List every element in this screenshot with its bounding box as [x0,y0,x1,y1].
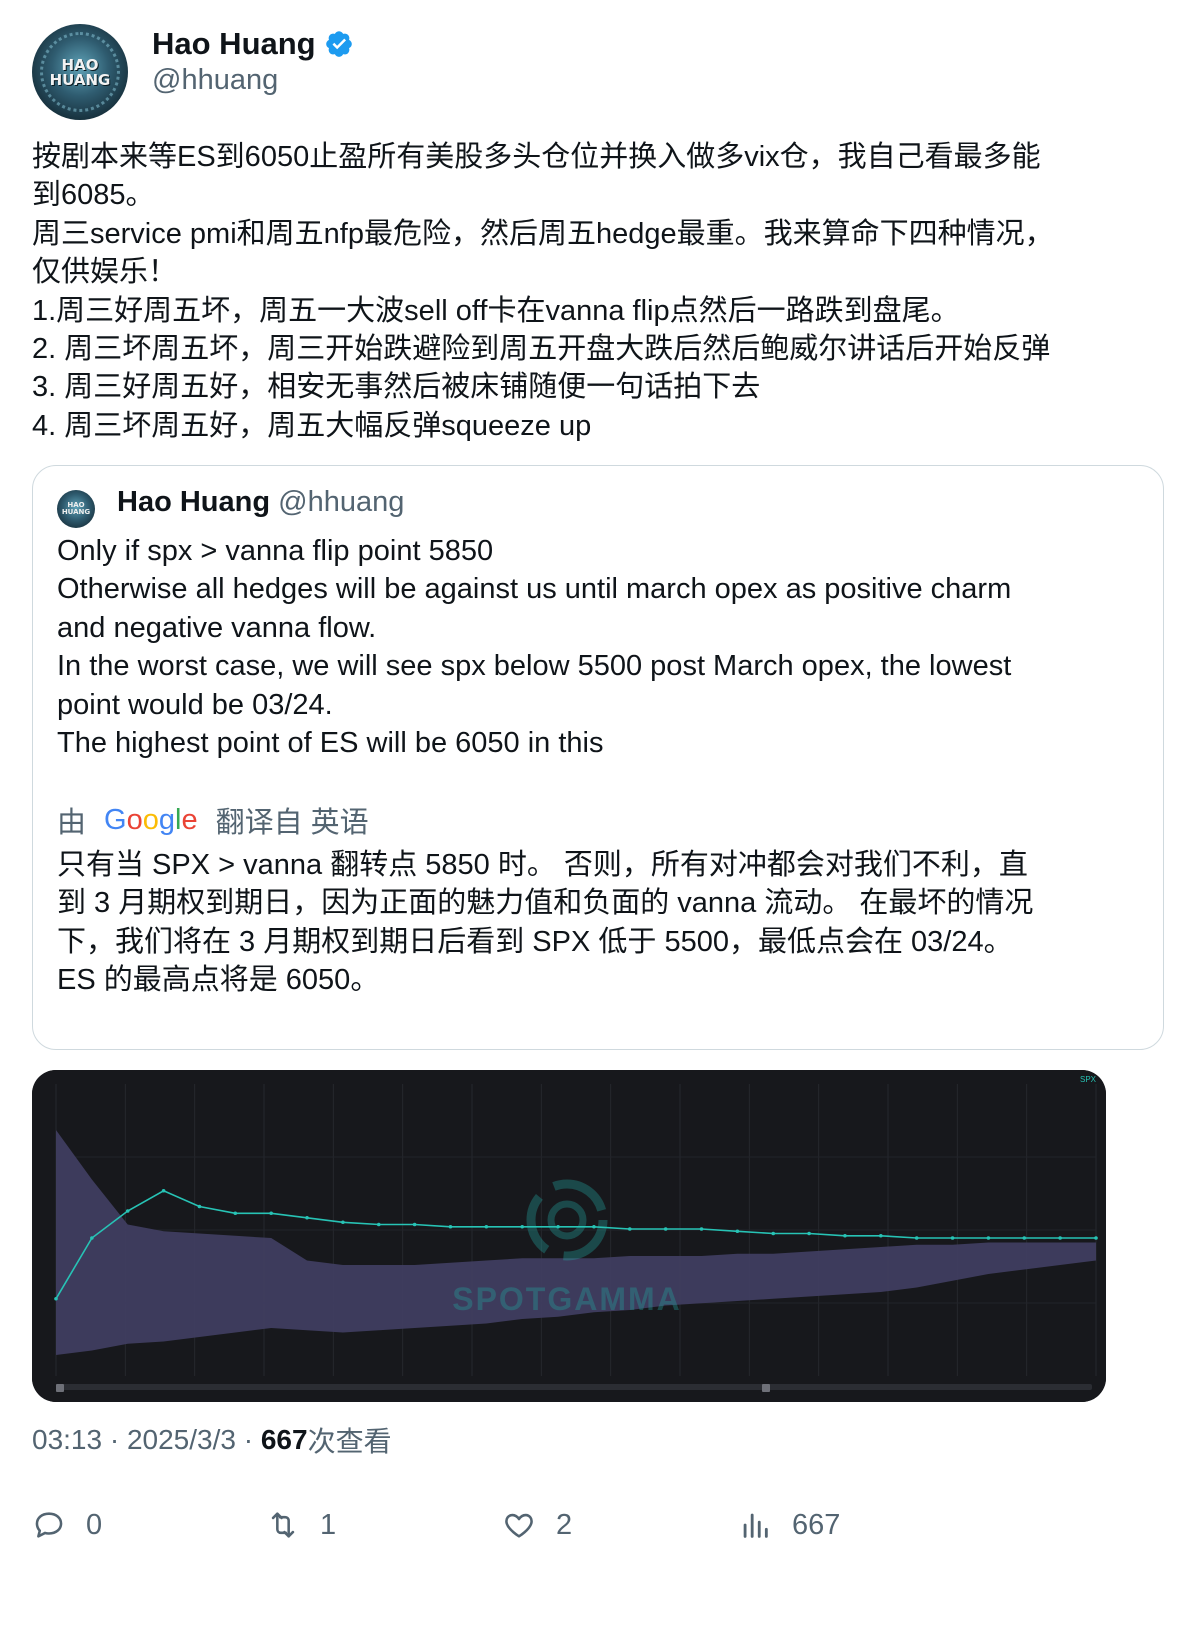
quoted-avatar-text: HAO HUANG [61,501,91,516]
retweet-button[interactable]: 1 [266,1500,336,1550]
quoted-author-handle[interactable]: @hhuang [278,486,404,518]
line-point [125,1209,130,1213]
tweet-line: 到6085。 [32,179,155,212]
tweet-line: 3. 周三好周五好，相安无事然后被床铺随便一句话拍下去 [32,371,761,404]
quoted-line: and negative vanna flow. [57,611,377,644]
views-label: 次查看 [307,1426,392,1457]
avatar-text: HAO HUANG [49,56,111,89]
line-point [161,1188,166,1193]
line-point [197,1204,202,1209]
verified-badge-icon[interactable] [324,29,354,59]
heart-icon [505,1513,533,1538]
line-point [663,1227,668,1231]
line-point [914,1236,919,1240]
translated-line: 下，我们将在 3 月期权到期日后看到 SPX 低于 5500，最低点会在 03/… [57,925,1013,958]
quoted-line: In the worst case, we will see spx below… [57,650,1012,683]
chart-ticker-label: SPX [1080,1075,1097,1084]
translated-line: 只有当 SPX > vanna 翻转点 5850 时。 否则，所有对冲都会对我们… [57,849,1028,881]
line-point [986,1236,991,1240]
attached-chart-image[interactable]: SPOTGAMMA SPX [32,1070,1106,1402]
line-point [627,1227,632,1231]
quoted-tweet[interactable]: HAO HUANG Hao Huang @hhuang Only if spx … [32,465,1164,1050]
views-button[interactable]: 667 [738,1500,840,1550]
translation-suffix: 翻译自 英语 [215,807,369,839]
line-point [448,1224,453,1229]
line-point [484,1224,489,1229]
line-point [592,1224,596,1229]
line-point [699,1227,704,1231]
translated-line: 到 3 月期权到期日，因为正面的魅力值和负面的 vanna 流动。 在最坏的情况 [57,887,1034,920]
like-count: 2 [556,1508,573,1541]
google-logo: Google [104,803,198,836]
reply-button[interactable]: 0 [32,1500,102,1550]
tweet-text: 按剧本来等ES到6050止盈所有美股多头仓位并换入做多vix仓，我自己看最多能 … [32,138,1172,445]
quoted-author-name[interactable]: Hao Huang [117,486,270,518]
chart-scroll-handle-right [762,1384,770,1392]
line-point [1094,1236,1098,1240]
line-point [807,1231,811,1236]
line-point [879,1233,883,1238]
line-point [341,1220,345,1225]
line-point [90,1236,94,1240]
bar-chart-icon [743,1513,768,1538]
watermark-text: SPOTGAMMA [452,1281,682,1317]
author-handle[interactable]: @hhuang [152,64,278,97]
line-point [1058,1236,1062,1240]
reply-count: 0 [86,1508,103,1541]
meta-separator: · [109,1424,120,1455]
tweet-line: 按剧本来等ES到6050止盈所有美股多头仓位并换入做多vix仓，我自己看最多能 [32,141,1041,173]
translation-attribution[interactable]: 由 Google 翻译自 英语 [57,800,369,840]
translation-prefix: 由 [57,807,87,839]
line-point [520,1224,525,1229]
author-display-name[interactable]: Hao Huang [152,26,316,62]
views-count: 667 [260,1424,308,1455]
line-point [771,1231,776,1236]
author-avatar[interactable]: HAO HUANG [32,24,128,120]
quoted-line: point would be 03/24. [57,688,333,721]
line-point [54,1296,58,1301]
views-action-count: 667 [792,1508,841,1541]
quoted-author-avatar[interactable]: HAO HUANG [57,490,95,528]
line-point [269,1211,273,1216]
quoted-line: The highest point of ES will be 6050 in … [57,727,604,760]
meta-separator: · [243,1424,254,1455]
line-point [556,1224,560,1229]
tweet-actions: 0 1 2 667 [32,1500,1162,1550]
tweet-line: 周三service pmi和周五nfp最危险，然后周五hedge最重。我来算命下… [32,217,1054,250]
tweet-date[interactable]: 2025/3/3 [127,1424,236,1456]
line-point [1022,1236,1027,1240]
tweet-line: 1.周三好周五坏，周五一大波sell off卡在vanna flip点然后一路跌… [32,294,960,327]
tweet-header: HAO HUANG Hao Huang @hhuang [32,24,1162,120]
chart-scroll-handle-left [56,1384,64,1392]
author-name-row: Hao Huang [152,24,354,64]
chart-scrollbar-track [56,1384,1092,1390]
tweet-line: 仅供娱乐！ [32,256,178,289]
quoted-tweet-text: Only if spx > vanna flip point 5850 Othe… [57,532,1147,762]
line-point [376,1222,381,1227]
line-point [950,1236,955,1240]
tweet-meta: 03:13 · 2025/3/3 · 667 次查看 [32,1420,392,1460]
quoted-line: Otherwise all hedges will be against us … [57,573,1012,606]
retweet-count: 1 [320,1508,337,1541]
translated-text: 只有当 SPX > vanna 翻转点 5850 时。 否则，所有对冲都会对我们… [57,846,1147,1000]
reply-icon [35,1512,63,1538]
tweet-line: 2. 周三坏周五坏，周三开始跌避险到周五开盘大跌后然后鲍威尔讲话后开始反弹 [32,333,1051,366]
line-point [305,1215,309,1220]
tweet-line: 4. 周三坏周五好，周五大幅反弹squeeze up [32,409,592,442]
line-point [233,1211,238,1216]
like-button[interactable]: 2 [502,1500,572,1550]
line-point [412,1222,417,1227]
chart-svg: SPOTGAMMA SPX [32,1070,1106,1402]
line-point [843,1233,847,1238]
line-point [735,1229,740,1234]
translated-line: ES 的最高点将是 6050。 [57,964,380,997]
tweet-time[interactable]: 03:13 [32,1424,102,1456]
quoted-tweet-header: Hao Huang @hhuang [117,486,404,519]
retweet-icon [271,1512,295,1538]
quoted-line: Only if spx > vanna flip point 5850 [57,535,494,567]
